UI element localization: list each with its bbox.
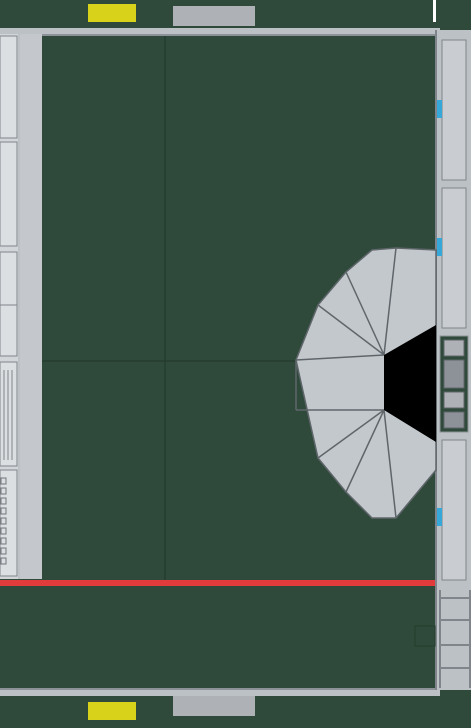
- bottom-rail: [0, 690, 440, 696]
- top-gray-marker: [173, 6, 255, 26]
- right-wall-blue-accent: [437, 100, 442, 118]
- hub-mechanism: [439, 335, 469, 433]
- lower-field: [0, 586, 440, 688]
- left-wall-panels: [0, 35, 18, 577]
- bottom-gray-marker: [173, 696, 255, 716]
- red-boundary-line: [0, 580, 440, 586]
- field-map: [0, 0, 471, 728]
- top-yellow-marker: [88, 4, 136, 22]
- top-right-tick: [433, 0, 436, 22]
- bottom-yellow-marker: [88, 702, 136, 720]
- top-rail: [0, 28, 440, 34]
